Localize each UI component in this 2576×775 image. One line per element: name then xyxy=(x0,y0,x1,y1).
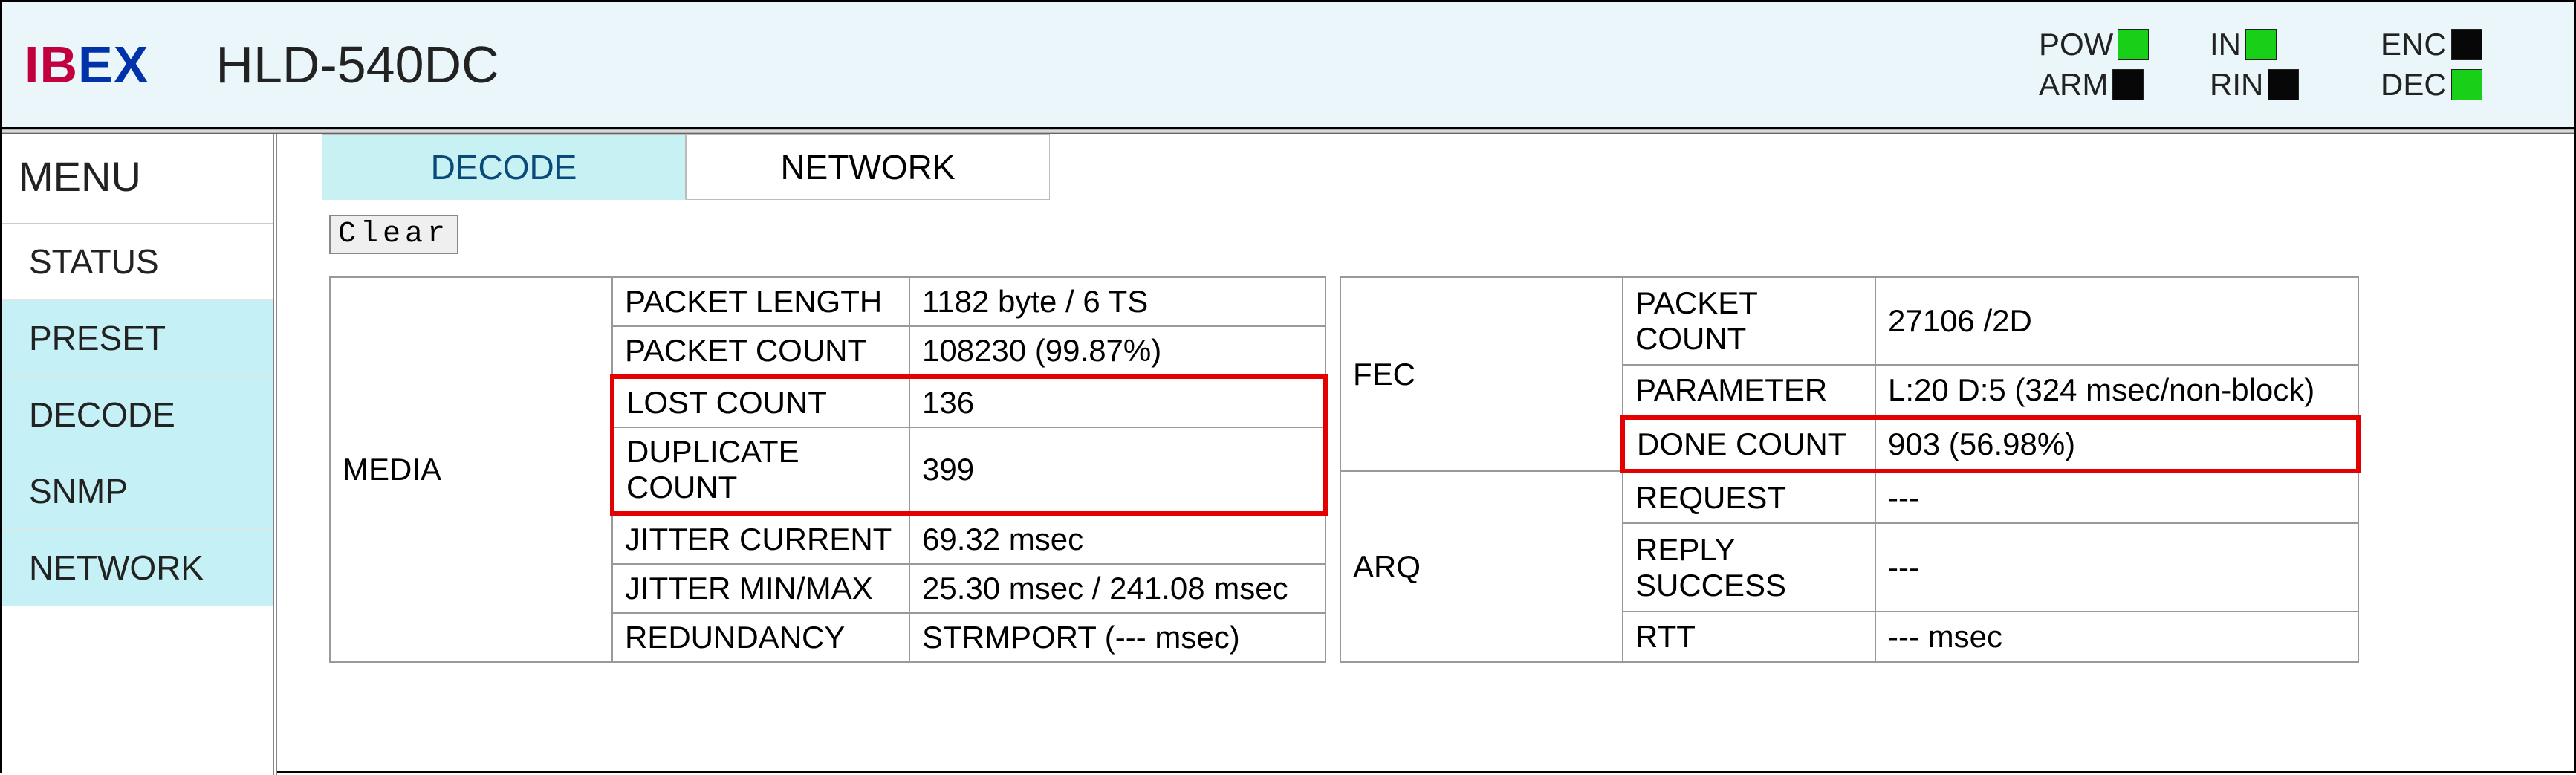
tables-row: MEDIA PACKET LENGTH 1182 byte / 6 TS PAC… xyxy=(329,276,2537,663)
fec-arq-table: FEC PACKET COUNT 27106 /2D PARAMETER L:2… xyxy=(1340,276,2361,663)
status-led-panel: POW IN ENC ARM RIN DEC xyxy=(2039,27,2551,103)
led-arm: ARM xyxy=(2039,67,2165,103)
fec-done-count-val: 903 (56.98%) xyxy=(1875,418,2358,472)
sidebar-item-network[interactable]: NETWORK xyxy=(2,530,273,606)
tab-network[interactable]: NETWORK xyxy=(686,134,1050,200)
led-dec: DEC xyxy=(2381,67,2507,103)
fec-parameter-key: PARAMETER xyxy=(1623,365,1875,417)
logo-ib: IB xyxy=(25,35,78,94)
content-inner: Clear MEDIA PACKET LENGTH 1182 byte / 6 … xyxy=(277,200,2574,663)
tab-decode[interactable]: DECODE xyxy=(322,134,686,200)
sidebar: MENU STATUS PRESET DECODE SNMP NETWORK xyxy=(2,134,277,775)
media-redundancy-val: STRMPORT (--- msec) xyxy=(909,613,1326,662)
media-duplicate-count-val: 399 xyxy=(909,427,1326,513)
led-in-label: IN xyxy=(2210,27,2241,62)
media-group-label: MEDIA xyxy=(330,277,612,662)
led-indicator-icon xyxy=(2451,69,2482,100)
table-row: ARQ REQUEST --- xyxy=(1340,471,2358,523)
led-row-1: POW IN ENC xyxy=(2039,27,2507,62)
media-jitter-minmax-val: 25.30 msec / 241.08 msec xyxy=(909,564,1326,613)
sidebar-item-preset[interactable]: PRESET xyxy=(2,300,273,377)
clear-button[interactable]: Clear xyxy=(329,215,458,254)
media-packet-count-key: PACKET COUNT xyxy=(612,326,909,377)
media-packet-length-val: 1182 byte / 6 TS xyxy=(909,277,1326,326)
body-region: MENU STATUS PRESET DECODE SNMP NETWORK D… xyxy=(2,134,2574,775)
fec-done-count-key: DONE COUNT xyxy=(1623,418,1875,472)
menu-title: MENU xyxy=(2,134,273,224)
led-indicator-icon xyxy=(2245,29,2277,60)
table-row: MEDIA PACKET LENGTH 1182 byte / 6 TS xyxy=(330,277,1326,326)
fec-group-label: FEC xyxy=(1340,277,1623,471)
arq-request-val: --- xyxy=(1875,471,2358,523)
led-dec-label: DEC xyxy=(2381,67,2447,103)
sidebar-item-status[interactable]: STATUS xyxy=(2,224,273,300)
brand-logo: IBEX xyxy=(25,35,149,94)
led-row-2: ARM RIN DEC xyxy=(2039,67,2507,103)
media-packet-length-key: PACKET LENGTH xyxy=(612,277,909,326)
content-region: DECODE NETWORK Clear MEDIA PACKET LENGTH… xyxy=(277,134,2574,775)
arq-request-key: REQUEST xyxy=(1623,471,1875,523)
header-divider xyxy=(2,129,2574,134)
logo-ex: EX xyxy=(78,35,149,94)
led-enc: ENC xyxy=(2381,27,2507,62)
led-pow-label: POW xyxy=(2039,27,2113,62)
arq-reply-success-key: REPLY SUCCESS xyxy=(1623,523,1875,611)
media-table: MEDIA PACKET LENGTH 1182 byte / 6 TS PAC… xyxy=(329,276,1328,663)
led-indicator-icon xyxy=(2268,69,2299,100)
media-lost-count-key: LOST COUNT xyxy=(612,377,909,427)
media-duplicate-count-key: DUPLICATE COUNT xyxy=(612,427,909,513)
media-packet-count-val: 108230 (99.87%) xyxy=(909,326,1326,377)
led-rin-label: RIN xyxy=(2210,67,2263,103)
table-row: FEC PACKET COUNT 27106 /2D xyxy=(1340,277,2358,365)
led-enc-label: ENC xyxy=(2381,27,2447,62)
media-jitter-minmax-key: JITTER MIN/MAX xyxy=(612,564,909,613)
media-jitter-current-val: 69.32 msec xyxy=(909,513,1326,564)
sidebar-item-decode[interactable]: DECODE xyxy=(2,377,273,453)
fec-packet-count-key: PACKET COUNT xyxy=(1623,277,1875,365)
arq-rtt-val: --- msec xyxy=(1875,612,2358,662)
led-indicator-icon xyxy=(2112,69,2144,100)
media-lost-count-val: 136 xyxy=(909,377,1326,427)
led-in: IN xyxy=(2210,27,2336,62)
arq-group-label: ARQ xyxy=(1340,471,1623,662)
arq-rtt-key: RTT xyxy=(1623,612,1875,662)
tabs-bar: DECODE NETWORK xyxy=(322,134,2574,200)
sidebar-item-snmp[interactable]: SNMP xyxy=(2,453,273,530)
media-jitter-current-key: JITTER CURRENT xyxy=(612,513,909,564)
fec-packet-count-val: 27106 /2D xyxy=(1875,277,2358,365)
led-indicator-icon xyxy=(2451,29,2482,60)
led-indicator-icon xyxy=(2118,29,2149,60)
led-rin: RIN xyxy=(2210,67,2336,103)
led-pow: POW xyxy=(2039,27,2165,62)
fec-parameter-val: L:20 D:5 (324 msec/non-block) xyxy=(1875,365,2358,417)
arq-reply-success-val: --- xyxy=(1875,523,2358,611)
model-label: HLD-540DC xyxy=(215,35,499,94)
led-arm-label: ARM xyxy=(2039,67,2108,103)
header-bar: IBEX HLD-540DC POW IN ENC ARM RIN xyxy=(2,2,2574,129)
media-redundancy-key: REDUNDANCY xyxy=(612,613,909,662)
